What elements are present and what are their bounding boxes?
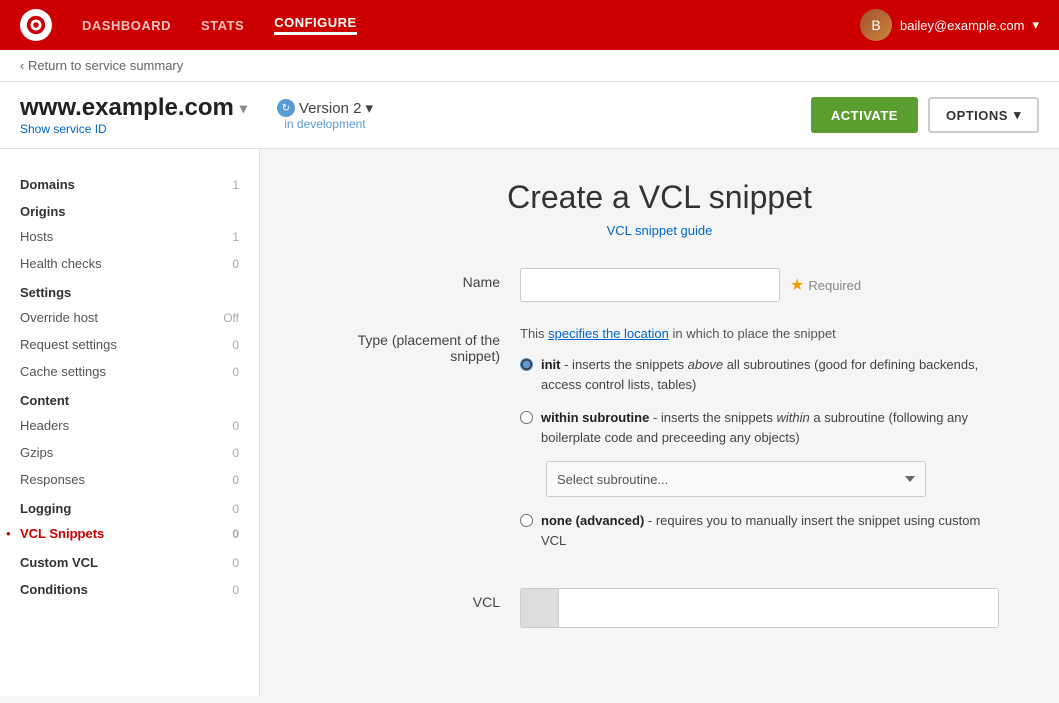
type-field-row: Type (placement of the snippet) This spe…	[300, 326, 1019, 564]
radio-option-init: init - inserts the snippets above all su…	[520, 355, 999, 394]
nav-stats[interactable]: STATS	[201, 18, 244, 33]
sidebar-item-cache-settings[interactable]: Cache settings 0	[0, 358, 259, 385]
radio-init[interactable]	[520, 358, 533, 371]
user-menu[interactable]: B bailey@example.com ▾	[860, 9, 1039, 41]
breadcrumb-link[interactable]: ‹ Return to service summary	[20, 58, 183, 73]
version-icon: ↻	[277, 99, 295, 117]
nav-configure[interactable]: CONFIGURE	[274, 15, 357, 35]
service-header: www.example.com ▾ Show service ID ↻ Vers…	[0, 82, 1059, 149]
version-status: in development	[284, 117, 365, 131]
radio-within-subroutine[interactable]	[520, 411, 533, 424]
type-field-container: This specifies the location in which to …	[520, 326, 999, 564]
version-label: Version 2	[299, 100, 362, 117]
radio-option-within-subroutine: within subroutine - inserts the snippets…	[520, 408, 999, 447]
service-name: www.example.com ▾	[20, 94, 247, 122]
name-input[interactable]	[520, 268, 780, 302]
main-layout: Domains 1 Origins Hosts 1 Health checks …	[0, 149, 1059, 696]
required-star: ★	[790, 275, 804, 295]
specifies-location-link[interactable]: specifies the location	[548, 326, 669, 341]
options-caret: ▾	[1014, 107, 1021, 123]
sidebar-item-health-checks[interactable]: Health checks 0	[0, 250, 259, 277]
sidebar-item-conditions[interactable]: Conditions 0	[0, 574, 259, 601]
subroutine-select[interactable]: Select subroutine... recv hash hit miss …	[546, 461, 926, 497]
vcl-editor-content[interactable]	[559, 589, 998, 627]
required-badge: ★ Required	[790, 275, 861, 295]
options-button[interactable]: OPTIONS ▾	[928, 97, 1039, 133]
user-menu-caret: ▾	[1032, 17, 1039, 33]
sidebar-item-override-host[interactable]: Override host Off	[0, 304, 259, 331]
radio-option-none-advanced: none (advanced) - requires you to manual…	[520, 511, 999, 550]
vcl-guide-link-container: VCL snippet guide	[300, 222, 1019, 238]
sidebar-section-content: Content	[0, 385, 259, 412]
name-field-container: ★ Required	[520, 268, 999, 302]
vcl-guide-link[interactable]: VCL snippet guide	[607, 223, 713, 238]
sidebar: Domains 1 Origins Hosts 1 Health checks …	[0, 149, 260, 696]
sidebar-item-vcl-snippets[interactable]: VCL Snippets 0	[0, 520, 259, 547]
type-label: Type (placement of the snippet)	[320, 326, 520, 364]
top-navigation: DASHBOARD STATS CONFIGURE B bailey@examp…	[0, 0, 1059, 50]
sidebar-item-request-settings[interactable]: Request settings 0	[0, 331, 259, 358]
sidebar-section-origins: Origins	[0, 196, 259, 223]
vcl-editor-gutter	[521, 589, 559, 627]
header-actions: ACTIVATE OPTIONS ▾	[811, 97, 1039, 133]
version-caret: ▾	[365, 99, 373, 117]
fastly-logo	[20, 9, 52, 41]
vcl-label: VCL	[320, 588, 520, 610]
radio-within-subroutine-label[interactable]: within subroutine - inserts the snippets…	[541, 408, 999, 447]
version-selector[interactable]: ↻ Version 2 ▾ in development	[277, 99, 373, 131]
name-label: Name	[320, 268, 520, 290]
activate-button[interactable]: ACTIVATE	[811, 97, 918, 133]
user-email: bailey@example.com	[900, 18, 1024, 33]
sidebar-item-hosts[interactable]: Hosts 1	[0, 223, 259, 250]
sidebar-section-settings: Settings	[0, 277, 259, 304]
vcl-field-row: VCL	[300, 588, 1019, 628]
nav-dashboard[interactable]: DASHBOARD	[82, 18, 171, 33]
sidebar-item-domains[interactable]: Domains 1	[0, 169, 259, 196]
type-description: This specifies the location in which to …	[520, 326, 999, 341]
show-service-id[interactable]: Show service ID	[20, 122, 247, 136]
main-content: Create a VCL snippet VCL snippet guide N…	[260, 149, 1059, 696]
sidebar-item-gzips[interactable]: Gzips 0	[0, 439, 259, 466]
service-name-block: www.example.com ▾ Show service ID	[20, 94, 247, 136]
sidebar-item-headers[interactable]: Headers 0	[0, 412, 259, 439]
avatar: B	[860, 9, 892, 41]
sidebar-item-responses[interactable]: Responses 0	[0, 466, 259, 493]
sidebar-item-custom-vcl[interactable]: Custom VCL 0	[0, 547, 259, 574]
name-field-row: Name ★ Required	[300, 268, 1019, 302]
radio-none-advanced[interactable]	[520, 514, 533, 527]
breadcrumb: ‹ Return to service summary	[0, 50, 1059, 82]
page-title: Create a VCL snippet	[300, 179, 1019, 216]
radio-none-advanced-label[interactable]: none (advanced) - requires you to manual…	[541, 511, 999, 550]
radio-init-label[interactable]: init - inserts the snippets above all su…	[541, 355, 999, 394]
sidebar-item-logging[interactable]: Logging 0	[0, 493, 259, 520]
service-name-caret[interactable]: ▾	[240, 100, 247, 117]
